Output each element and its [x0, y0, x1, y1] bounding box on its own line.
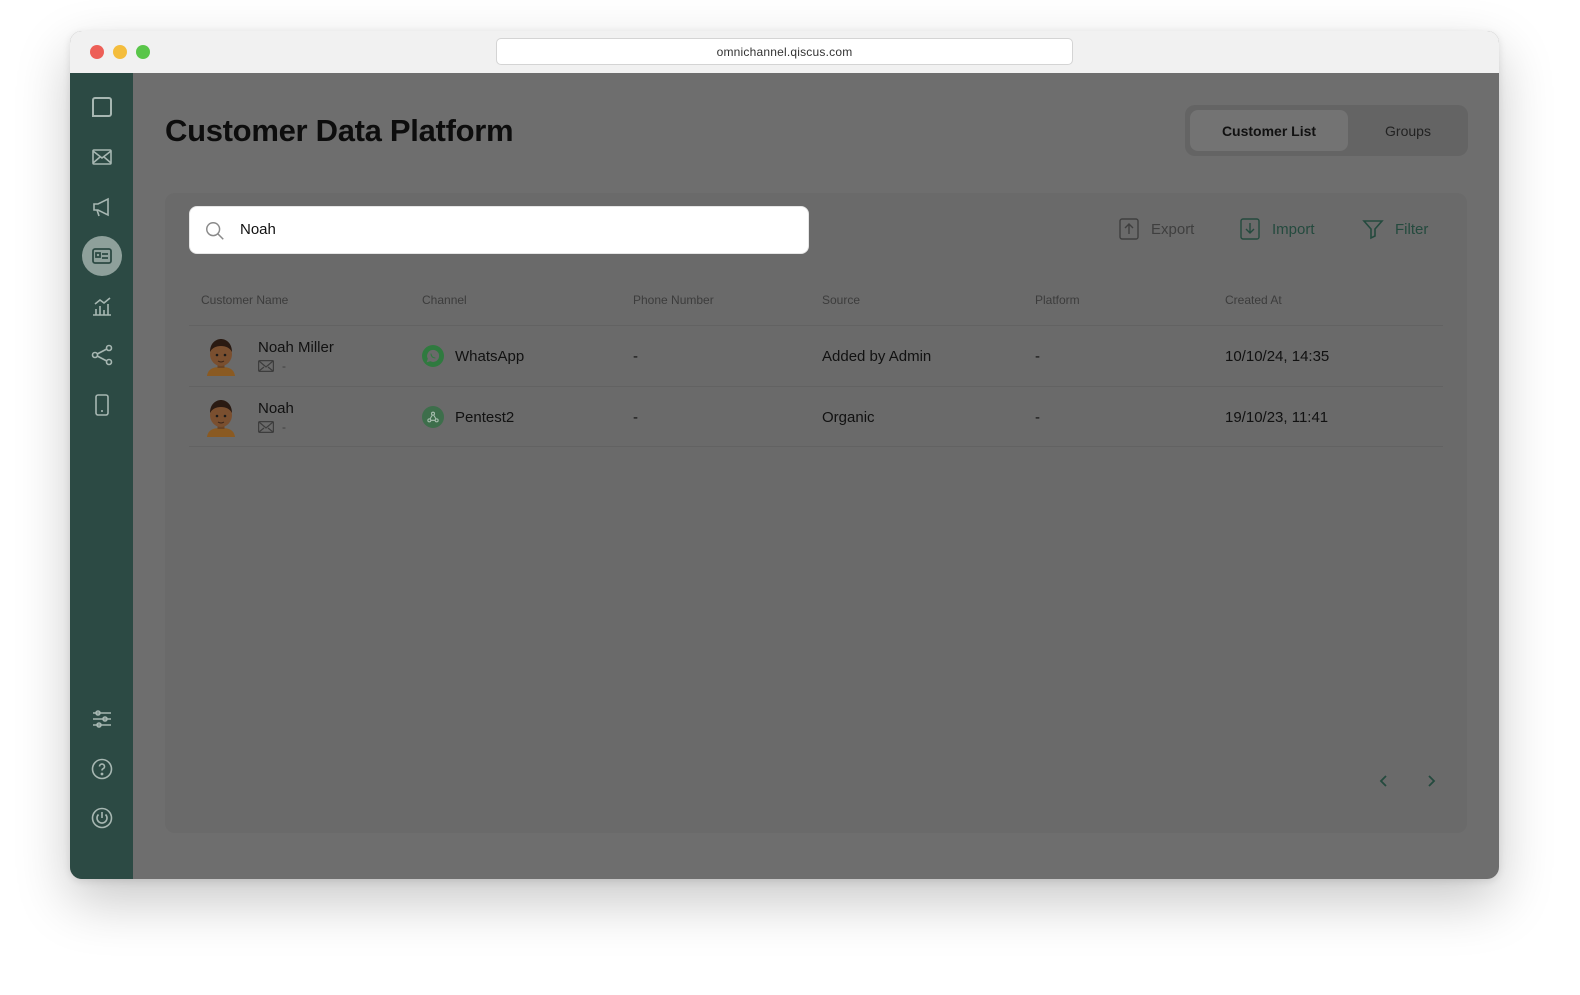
column-header-customer-name[interactable]: Customer Name — [201, 293, 288, 307]
import-button[interactable]: Import — [1238, 217, 1315, 241]
url-text: omnichannel.qiscus.com — [716, 44, 853, 59]
avatar — [207, 400, 235, 437]
envelope-icon — [258, 360, 274, 372]
next-page-button[interactable] — [1419, 769, 1443, 793]
export-icon — [1119, 218, 1139, 240]
view-tabs: Customer List Groups — [1185, 105, 1468, 156]
filter-button[interactable]: Filter — [1361, 217, 1428, 241]
export-label: Export — [1151, 220, 1195, 238]
avatar — [207, 339, 235, 376]
settings-sliders-icon[interactable] — [82, 699, 122, 739]
column-header-created-at[interactable]: Created At — [1225, 293, 1282, 307]
import-icon — [1240, 218, 1260, 240]
column-header-phone-number[interactable]: Phone Number — [633, 293, 714, 307]
table-header: Customer Name Channel Phone Number Sourc… — [189, 293, 1443, 323]
source: Organic — [822, 409, 875, 426]
customer-name[interactable]: Noah Miller — [258, 339, 334, 356]
search-value: Noah — [240, 221, 276, 238]
customer-name[interactable]: Noah — [258, 400, 294, 417]
customer-email-value: - — [282, 359, 286, 373]
chat-bubble-icon[interactable] — [82, 87, 122, 127]
close-window-button[interactable] — [90, 45, 104, 59]
tab-groups[interactable]: Groups — [1353, 110, 1463, 151]
page-title: Customer Data Platform — [165, 113, 514, 148]
chevron-right-icon — [1428, 775, 1436, 787]
analytics-chart-icon[interactable] — [82, 286, 122, 326]
platform: - — [1035, 348, 1040, 365]
channel-name: Pentest2 — [455, 409, 515, 426]
sidebar — [70, 73, 133, 879]
integration-share-icon[interactable] — [82, 335, 122, 375]
browser-window: omnichannel.qiscus.com Customer Data Pla… — [70, 31, 1499, 879]
qiscus-widget-icon — [422, 406, 444, 428]
chevron-left-icon — [1379, 775, 1387, 787]
customer-email: - — [258, 420, 286, 434]
created-at: 10/10/24, 14:35 — [1225, 348, 1330, 365]
envelope-icon[interactable] — [82, 137, 122, 177]
tab-customer-list[interactable]: Customer List — [1190, 110, 1348, 151]
prev-page-button[interactable] — [1372, 769, 1396, 793]
browser-titlebar: omnichannel.qiscus.com — [70, 31, 1499, 73]
filter-label: Filter — [1395, 220, 1429, 238]
customer-list-card: Noah Export Import Filter Customer Name … — [165, 193, 1467, 833]
channel-name: WhatsApp — [455, 348, 525, 365]
main-content: Customer Data Platform Customer List Gro… — [133, 73, 1499, 879]
filter-icon — [1362, 220, 1384, 240]
customer-email: - — [258, 359, 286, 373]
search-icon — [206, 222, 224, 240]
envelope-icon — [258, 421, 274, 433]
platform: - — [1035, 409, 1040, 426]
table-row[interactable]: Noah Miller - WhatsApp - Added by Admin … — [189, 325, 1443, 386]
contact-card-icon[interactable] — [82, 236, 122, 276]
phone-number: - — [633, 409, 638, 426]
whatsapp-icon — [422, 345, 444, 367]
column-header-source[interactable]: Source — [822, 293, 860, 307]
export-button[interactable]: Export — [1117, 217, 1194, 241]
table-row[interactable]: Noah - Pentest2 - Organic - 19/10/23, 11… — [189, 386, 1443, 447]
mobile-device-icon[interactable] — [82, 385, 122, 425]
power-icon[interactable] — [82, 798, 122, 838]
column-header-platform[interactable]: Platform — [1035, 293, 1080, 307]
customer-email-value: - — [282, 420, 286, 434]
search-input[interactable]: Noah — [189, 206, 809, 254]
source: Added by Admin — [822, 348, 932, 365]
help-circle-icon[interactable] — [82, 749, 122, 789]
import-label: Import — [1272, 220, 1315, 238]
maximize-window-button[interactable] — [136, 45, 150, 59]
megaphone-icon[interactable] — [82, 187, 122, 227]
address-bar[interactable]: omnichannel.qiscus.com — [496, 38, 1073, 65]
column-header-channel[interactable]: Channel — [422, 293, 467, 307]
minimize-window-button[interactable] — [113, 45, 127, 59]
phone-number: - — [633, 348, 638, 365]
created-at: 19/10/23, 11:41 — [1225, 409, 1329, 426]
